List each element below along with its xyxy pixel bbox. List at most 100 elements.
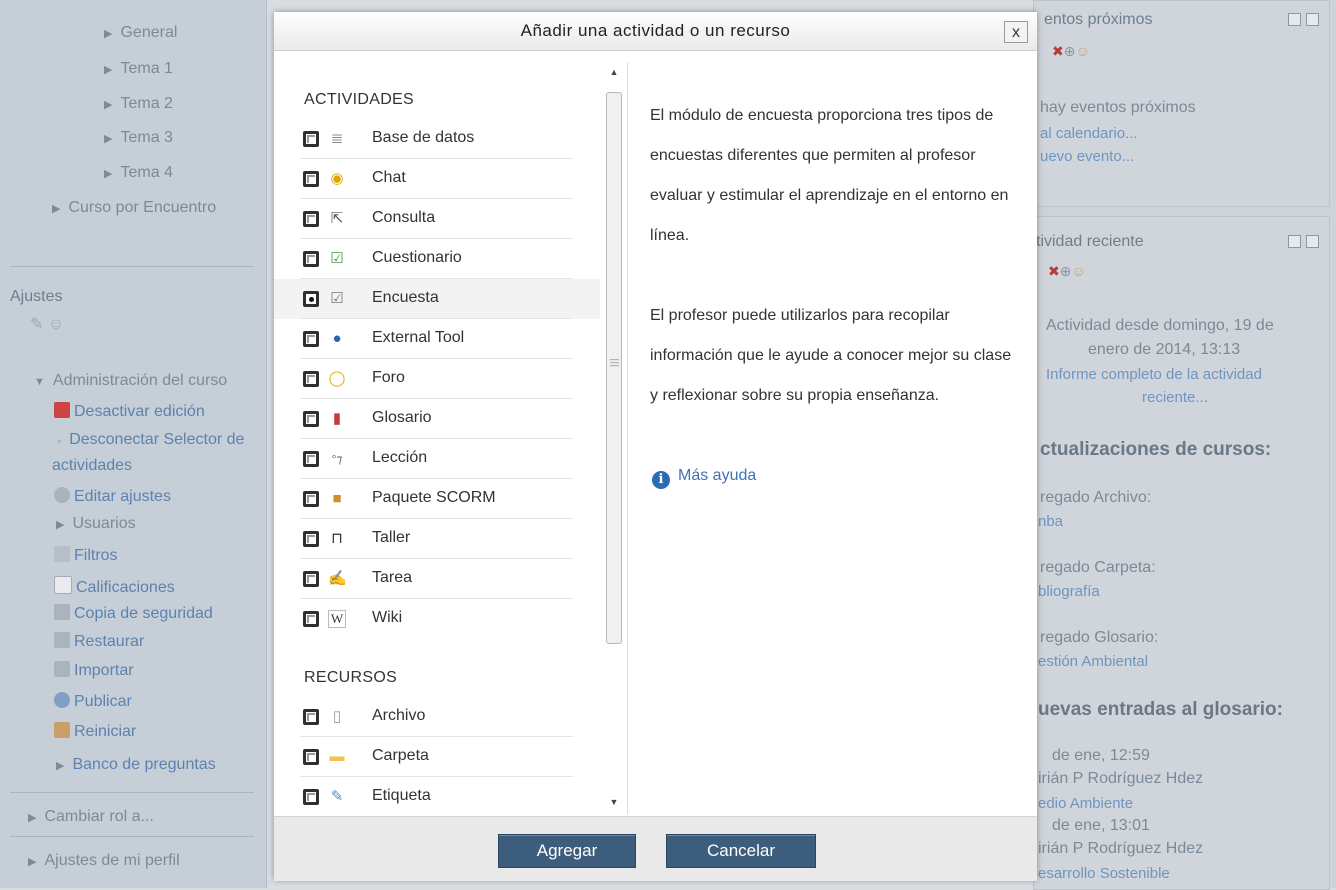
- publish-link[interactable]: Publicar: [54, 692, 132, 711]
- calendar-link[interactable]: al calendario...: [1040, 125, 1138, 142]
- more-help-link[interactable]: i Más ayuda: [652, 467, 756, 489]
- filters-link[interactable]: Filtros: [54, 546, 118, 565]
- option-lesson[interactable]: °⁊ Lección: [274, 439, 600, 479]
- wiki-icon: W: [328, 610, 346, 628]
- full-report-link[interactable]: reciente...: [1142, 389, 1208, 406]
- radio-button[interactable]: [303, 251, 319, 267]
- question-bank-node[interactable]: ▶ Banco de preguntas: [56, 756, 216, 774]
- radio-button[interactable]: [303, 371, 319, 387]
- add-button[interactable]: Agregar: [498, 834, 636, 868]
- option-label-resource[interactable]: ✎ Etiqueta: [274, 777, 600, 816]
- radio-button[interactable]: [303, 749, 319, 765]
- radio-button[interactable]: [303, 211, 319, 227]
- new-event-link[interactable]: uevo evento...: [1040, 148, 1134, 165]
- user-icon[interactable]: ☺: [48, 316, 64, 333]
- block-controls-icon[interactable]: ✖⊕☺: [1048, 263, 1086, 280]
- option-label: Wiki: [372, 609, 403, 626]
- option-label: Carpeta: [372, 747, 429, 764]
- backup-link[interactable]: Copia de seguridad: [54, 604, 213, 623]
- option-chat[interactable]: ◉ Chat: [274, 159, 600, 199]
- dock-block-icon[interactable]: [1306, 235, 1319, 248]
- option-glossary[interactable]: ▮ Glosario: [274, 399, 600, 439]
- option-file[interactable]: ▯ Archivo: [274, 697, 600, 737]
- profile-settings-node[interactable]: ▶ Ajustes de mi perfil: [28, 852, 180, 870]
- restore-link[interactable]: Restaurar: [54, 632, 144, 651]
- collapse-icon: ▼: [34, 376, 45, 388]
- nav-item-tema-1[interactable]: ▶ Tema 1: [104, 60, 173, 78]
- admin-course-node[interactable]: ▼ Administración del curso: [34, 372, 227, 390]
- radio-button[interactable]: [303, 411, 319, 427]
- users-node[interactable]: ▶ Usuarios: [56, 515, 136, 533]
- import-link[interactable]: Importar: [54, 661, 134, 680]
- reset-link[interactable]: Reiniciar: [54, 722, 136, 741]
- radio-button[interactable]: [303, 789, 319, 805]
- nav-item-tema-4[interactable]: ▶ Tema 4: [104, 164, 173, 182]
- switch-role-node[interactable]: ▶ Cambiar rol a...: [28, 808, 154, 826]
- settings-controls[interactable]: ✎ ☺: [30, 314, 64, 334]
- nav-item-curso-por-encuentro[interactable]: ▶ Curso por Encuentro: [52, 199, 216, 217]
- radio-button[interactable]: [303, 491, 319, 507]
- cancel-button[interactable]: Cancelar: [666, 834, 816, 868]
- edit-settings-link[interactable]: Editar ajustes: [54, 487, 171, 506]
- option-choice[interactable]: ⇱ Consulta: [274, 199, 600, 239]
- wrench-icon[interactable]: ✎: [30, 316, 43, 333]
- nav-item-general[interactable]: ▶ General: [104, 24, 177, 42]
- option-external-tool[interactable]: ● External Tool: [274, 319, 600, 359]
- expand-icon: ▶: [28, 812, 37, 824]
- option-quiz[interactable]: ☑ Cuestionario: [274, 239, 600, 279]
- radio-button-selected[interactable]: [303, 291, 319, 307]
- close-button[interactable]: x: [1004, 21, 1028, 43]
- glossary-entry-link[interactable]: edio Ambiente: [1038, 795, 1133, 812]
- radio-button[interactable]: [303, 709, 319, 725]
- disable-editing-link[interactable]: Desactivar edición: [54, 402, 205, 421]
- list-scrollbar[interactable]: ▲ — — — ▼: [604, 62, 624, 814]
- radio-button[interactable]: [303, 451, 319, 467]
- glossary-entry-link[interactable]: esarrollo Sostenible: [1038, 865, 1170, 882]
- activities-heading: ACTIVIDADES: [304, 91, 414, 108]
- settings-block-title: Ajustes: [10, 288, 63, 305]
- full-report-link[interactable]: Informe completo de la actividad: [1046, 366, 1262, 383]
- radio-button[interactable]: [303, 531, 319, 547]
- dock-block-icon[interactable]: [1306, 13, 1319, 26]
- update-link[interactable]: estión Ambiental: [1038, 653, 1148, 670]
- scroll-down-arrow-icon[interactable]: ▼: [604, 794, 624, 810]
- grades-link[interactable]: Calificaciones: [54, 576, 175, 597]
- block-controls-icon[interactable]: ✖⊕☺: [1052, 43, 1090, 60]
- collapse-block-icon[interactable]: [1288, 235, 1301, 248]
- activity-since-line: Actividad desde domingo, 19 de: [1046, 317, 1274, 334]
- disconnect-selector-link-cont[interactable]: actividades: [52, 457, 132, 475]
- option-forum[interactable]: ◯ Foro: [274, 359, 600, 399]
- radio-button[interactable]: [303, 611, 319, 627]
- option-label: Etiqueta: [372, 787, 431, 804]
- update-label: regado Carpeta:: [1040, 559, 1156, 576]
- update-link[interactable]: bliografía: [1038, 583, 1100, 600]
- option-database[interactable]: ≣ Base de datos: [274, 119, 600, 159]
- disconnect-selector-link[interactable]: ▫ Desconectar Selector de: [58, 431, 244, 449]
- scroll-thumb[interactable]: — — —: [606, 92, 622, 644]
- radio-button[interactable]: [303, 171, 319, 187]
- option-assignment[interactable]: ✍ Tarea: [274, 559, 600, 599]
- nav-item-tema-2[interactable]: ▶ Tema 2: [104, 95, 173, 113]
- dialog-header: Añadir una actividad o un recurso x: [274, 12, 1037, 51]
- glossary-entry-date: de ene, 12:59: [1052, 747, 1150, 764]
- option-wiki[interactable]: W Wiki: [274, 599, 600, 639]
- update-link[interactable]: nba: [1038, 513, 1063, 530]
- scroll-up-arrow-icon[interactable]: ▲: [604, 64, 624, 80]
- radio-button[interactable]: [303, 331, 319, 347]
- globe-icon: ●: [332, 330, 342, 347]
- radio-button[interactable]: [303, 571, 319, 587]
- radio-button[interactable]: [303, 131, 319, 147]
- option-folder[interactable]: ▬ Carpeta: [274, 737, 600, 777]
- option-workshop[interactable]: ⊓ Taller: [274, 519, 600, 559]
- updates-heading: ctualizaciones de cursos:: [1040, 439, 1272, 460]
- option-label: Archivo: [372, 707, 426, 724]
- update-label: regado Archivo:: [1040, 489, 1152, 506]
- collapse-block-icon[interactable]: [1288, 13, 1301, 26]
- option-label: Tarea: [372, 569, 413, 586]
- option-scorm[interactable]: ■ Paquete SCORM: [274, 479, 600, 519]
- glossary-entry-author: irián P Rodríguez Hdez: [1038, 770, 1204, 787]
- expand-icon: ▶: [56, 519, 65, 531]
- nav-item-tema-3[interactable]: ▶ Tema 3: [104, 129, 173, 147]
- option-survey[interactable]: ☑ Encuesta: [274, 279, 600, 319]
- glossary-entry-date: de ene, 13:01: [1052, 817, 1150, 834]
